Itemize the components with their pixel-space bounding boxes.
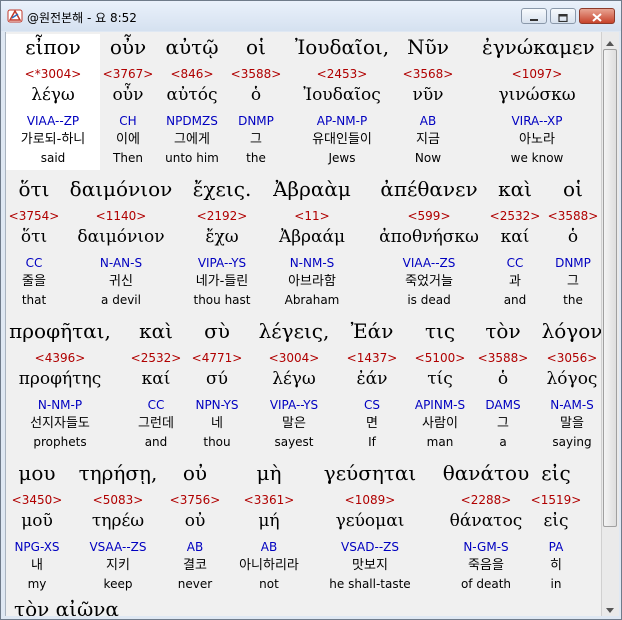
greek-word: προφῆται, [9,319,111,343]
english-gloss: prophets [33,435,87,449]
strong-number: <1140> [95,209,147,223]
title-bar[interactable]: @원전본해 - 요 8:52 [1,1,621,31]
parsing-code: VSAD--ZS [341,540,399,554]
maximize-button[interactable] [550,8,576,24]
scroll-down-button[interactable] [602,599,618,615]
word-column[interactable]: γεύσηται <1089> γεύομαι VSAD--ZS 맛보지 he shall… [315,460,425,596]
strong-number: <1089> [344,493,396,507]
strong-number: <3361> [243,493,295,507]
english-gloss: we know [510,151,564,165]
lexical-form: νῦν [412,85,444,105]
strong-number: <3056> [546,351,598,365]
english-gloss: he shall-taste [329,577,411,591]
parsing-code: N-AN-S [99,256,143,270]
english-gloss: the [563,293,583,307]
word-column[interactable]: οἱ <3588> ὁ DNMP 그 the [518,176,601,312]
lexical-form: δαιμόνιον [77,227,165,247]
korean-gloss: 히 [550,558,562,573]
parsing-code: DNMP [555,256,591,270]
partial-next-line: τὸν αἰῶνα [14,597,119,616]
greek-word: οἱ [563,177,583,201]
parsing-code: N-NM-P [37,398,83,412]
chevron-down-icon [606,598,614,617]
parsing-code: VIRA--XP [511,114,563,128]
parsing-code: N-AM-S [550,398,594,412]
greek-word: λόγον [541,319,601,343]
lexical-form: γεύομαι [335,511,405,531]
english-gloss: in [550,577,562,591]
korean-gloss: 아브라함 [288,274,336,289]
parsing-code: AB [419,114,437,128]
scroll-up-button[interactable] [602,32,618,48]
english-gloss: a devil [101,293,141,307]
minimize-button[interactable] [521,8,547,24]
window-title: @원전본해 - 요 8:52 [27,11,137,25]
english-gloss: Now [414,151,442,165]
korean-gloss: 선지자들도 [30,416,90,431]
word-column[interactable]: Νῦν <3568> νῦν AB 지금 Now [373,34,483,170]
word-column[interactable]: ἐγνώκαμεν <1097> γινώσκω VIRA--XP 아노라 we know [482,34,595,170]
strong-number: <3568> [402,67,454,81]
lexical-form: λόγος [546,369,598,389]
strong-number: <1097> [511,67,563,81]
korean-gloss: 지금 [416,132,440,147]
korean-gloss: 그 [567,274,579,289]
chevron-up-icon [606,31,614,50]
word-column[interactable]: δαιμόνιον <1140> δαιμόνιον N-AN-S 귀신 a devil [66,176,176,312]
app-window: @원전본해 - 요 8:52 εἶπον <*3004> λέγω VIAA--ZP 가… [0,0,622,620]
app-icon [7,8,23,24]
lexical-form: γινώσκω [498,85,576,105]
korean-gloss: 아노라 [519,132,555,147]
strong-number: <3588> [547,209,599,223]
english-gloss: not [259,577,279,591]
greek-word: μὴ [256,461,282,485]
vertical-scrollbar[interactable] [601,32,619,616]
greek-word: δαιμόνιον [69,177,173,201]
lexical-form: προφήτης [18,369,102,389]
strong-number: <1519> [530,493,582,507]
greek-word: Νῦν [407,35,449,59]
lexical-form: εἰς [543,511,569,531]
word-column[interactable]: εἰς <1519> εἰς PA 히 in [501,460,601,596]
word-column[interactable]: λόγον <3056> λόγος N-AM-S 말을 saying [517,318,601,454]
parsing-code: AB [260,540,278,554]
greek-word: γεύσηται [323,461,417,485]
korean-gloss: 맛보지 [352,558,388,573]
korean-gloss: 귀신 [109,274,133,289]
korean-gloss: 말을 [560,416,584,431]
greek-word: ἐγνώκαμεν [482,35,595,59]
english-gloss: Abraham [284,293,340,307]
korean-gloss: 아니하리라 [239,558,299,573]
lexical-form: ὁ [567,227,579,247]
parsing-code: N-NM-S [289,256,335,270]
close-icon [592,7,602,26]
lexical-form: Ἀβραάμ [278,227,346,247]
maximize-icon [558,7,568,26]
interlinear-text-area[interactable]: εἶπον <*3004> λέγω VIAA--ZP 가로되-하니 said οὖν <37… [5,32,601,616]
scrollbar-thumb[interactable] [603,49,617,527]
greek-word: εἰς [541,461,571,485]
greek-word: Ἀβραὰμ [273,177,351,201]
lexical-form: μή [258,511,280,531]
minimize-icon [529,7,539,26]
english-gloss: saying [552,435,592,449]
word-column[interactable]: μὴ <3361> μή AB 아니하리라 not [214,460,324,596]
parsing-code: PA [548,540,564,554]
strong-number: <4396> [34,351,86,365]
word-column[interactable]: Ἀβραὰμ <11> Ἀβραάμ N-NM-S 아브라함 Abraham [257,176,367,312]
word-column[interactable]: προφῆται, <4396> προφήτης N-NM-P 선지자들도 prophe… [6,318,115,454]
close-button[interactable] [579,8,615,24]
strong-number: <11> [294,209,330,223]
